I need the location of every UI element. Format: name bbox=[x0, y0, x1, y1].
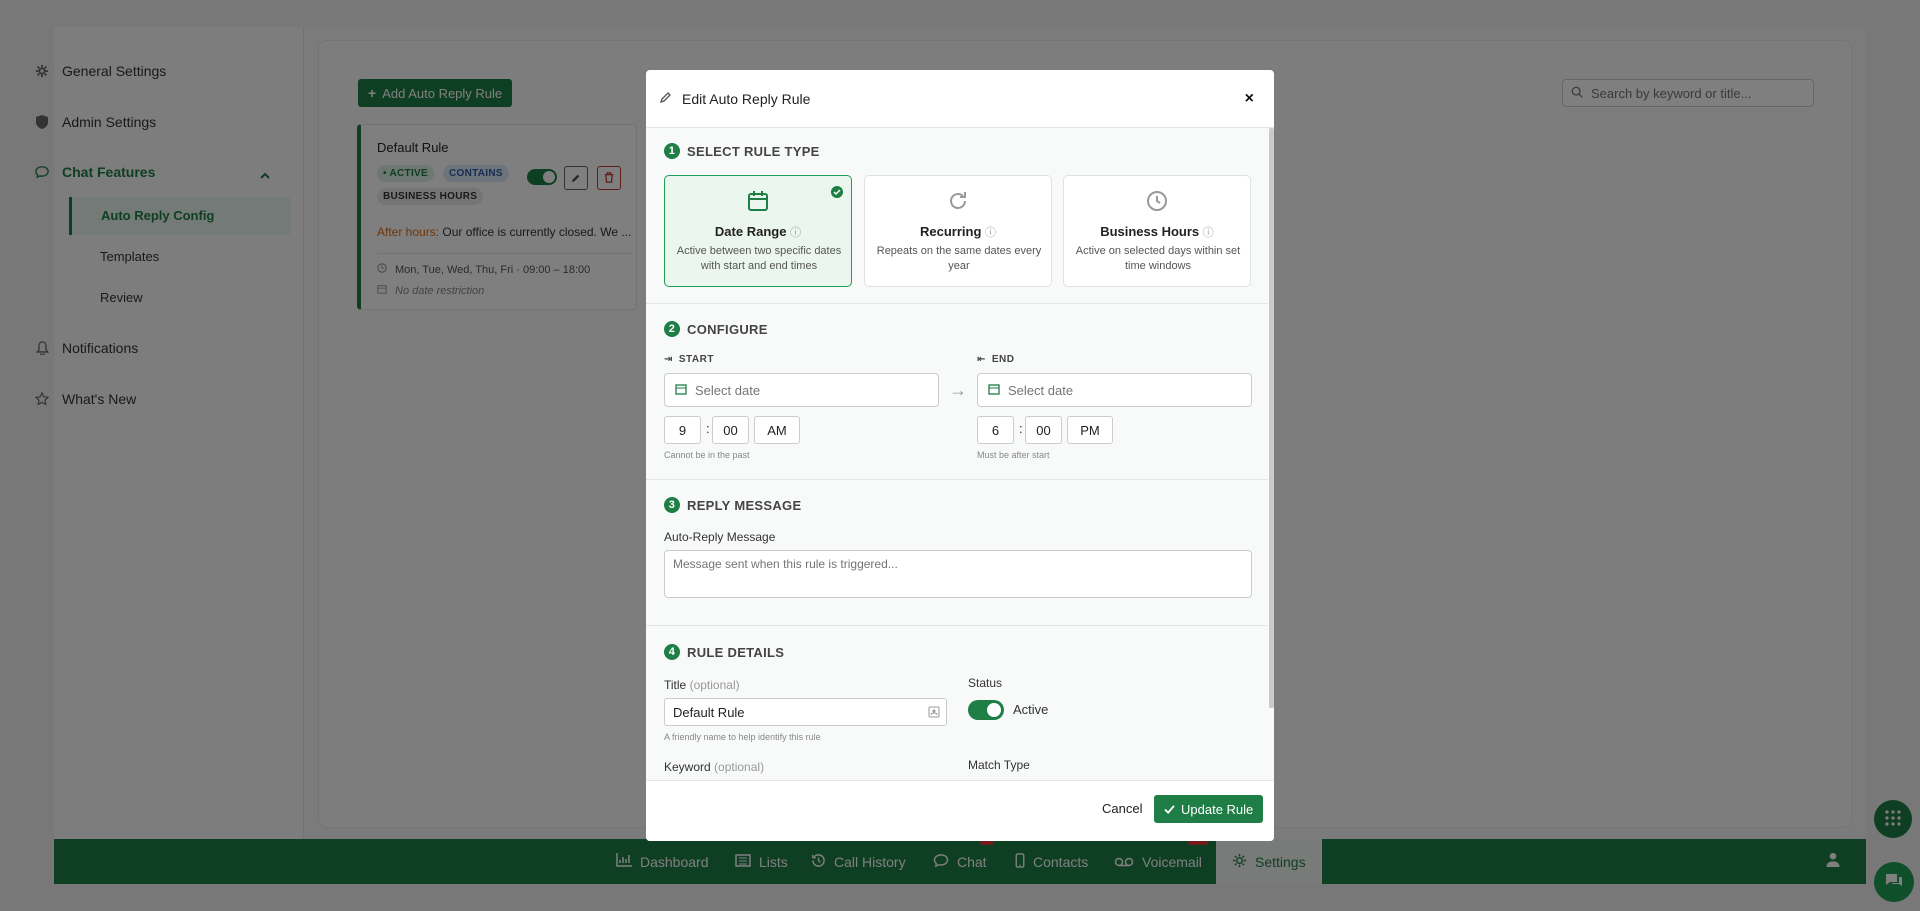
section-heading: 1 SELECT RULE TYPE bbox=[664, 143, 820, 159]
status-label: Status bbox=[968, 676, 1003, 690]
end-hint: Must be after start bbox=[977, 450, 1050, 460]
match-type-label: Match Type bbox=[968, 758, 1030, 772]
start-label: ⇥ START bbox=[664, 354, 714, 365]
modal-body: 1 SELECT RULE TYPE Date Range ⓘ Active b… bbox=[646, 128, 1274, 780]
rule-type-name: Date Range ⓘ bbox=[714, 224, 802, 239]
rule-type-desc: Active between two specific dates with s… bbox=[676, 245, 842, 272]
calendar-icon bbox=[675, 383, 687, 398]
rule-type-date-range[interactable]: Date Range ⓘ Active between two specific… bbox=[664, 175, 852, 287]
end-label: ⇤ END bbox=[977, 354, 1015, 365]
status-value: Active bbox=[1013, 702, 1049, 717]
close-icon[interactable]: × bbox=[1245, 90, 1254, 108]
update-button-label: Update Rule bbox=[1181, 801, 1254, 817]
info-icon: ⓘ bbox=[985, 227, 997, 239]
start-date-field[interactable] bbox=[664, 373, 939, 407]
rule-type-name: Recurring ⓘ bbox=[919, 224, 997, 239]
rule-type-recurring[interactable]: Recurring ⓘ Repeats on the same dates ev… bbox=[864, 175, 1052, 287]
end-date-field[interactable] bbox=[977, 373, 1252, 407]
modal-scrollbar[interactable] bbox=[1269, 128, 1274, 708]
rule-type-desc: Active on selected days within set time … bbox=[1075, 245, 1241, 272]
section-heading: 4 RULE DETAILS bbox=[664, 644, 784, 660]
start-ampm-select[interactable]: AM bbox=[754, 416, 800, 444]
info-icon: ⓘ bbox=[790, 227, 802, 239]
status-toggle[interactable] bbox=[968, 700, 1004, 720]
clock-icon bbox=[1064, 190, 1250, 212]
time-colon: : bbox=[1019, 421, 1023, 436]
rule-type-business-hours[interactable]: Business Hours ⓘ Active on selected days… bbox=[1063, 175, 1251, 287]
title-field[interactable] bbox=[664, 698, 947, 726]
start-minute-input[interactable]: 00 bbox=[712, 416, 749, 444]
modal-header: Edit Auto Reply Rule × bbox=[646, 70, 1274, 128]
auto-reply-message-textarea[interactable] bbox=[664, 550, 1252, 598]
sign-in-icon: ⇥ bbox=[664, 354, 673, 365]
info-icon: ⓘ bbox=[1202, 227, 1214, 239]
pencil-icon bbox=[659, 91, 672, 106]
keyword-label: Keyword (optional) bbox=[664, 760, 765, 774]
modal-footer: Cancel Update Rule bbox=[646, 780, 1274, 841]
sign-out-icon: ⇤ bbox=[977, 354, 986, 365]
title-hint: A friendly name to help identify this ru… bbox=[664, 732, 821, 742]
refresh-icon bbox=[865, 190, 1051, 212]
rule-type-desc: Repeats on the same dates every year bbox=[876, 245, 1042, 272]
calendar-icon bbox=[665, 190, 851, 212]
start-hint: Cannot be in the past bbox=[664, 450, 750, 460]
rule-type-name: Business Hours ⓘ bbox=[1100, 224, 1214, 239]
title-input[interactable] bbox=[673, 704, 923, 720]
end-hour-input[interactable]: 6 bbox=[977, 416, 1014, 444]
contact-card-icon bbox=[928, 706, 940, 721]
edit-rule-modal: Edit Auto Reply Rule × 1 SELECT RULE TYP… bbox=[646, 70, 1274, 841]
cancel-button[interactable]: Cancel bbox=[1102, 801, 1142, 816]
section-heading: 3 REPLY MESSAGE bbox=[664, 497, 801, 513]
end-minute-input[interactable]: 00 bbox=[1025, 416, 1062, 444]
end-date-input[interactable] bbox=[1008, 382, 1228, 398]
calendar-icon bbox=[988, 383, 1000, 398]
start-date-input[interactable] bbox=[695, 382, 915, 398]
start-hour-input[interactable]: 9 bbox=[664, 416, 701, 444]
title-label: Title (optional) bbox=[664, 678, 740, 692]
arrow-right-icon: → bbox=[949, 380, 967, 400]
time-colon: : bbox=[706, 421, 710, 436]
modal-title: Edit Auto Reply Rule bbox=[682, 90, 811, 107]
section-heading: 2 CONFIGURE bbox=[664, 321, 768, 337]
update-rule-button[interactable]: Update Rule bbox=[1154, 795, 1264, 823]
end-ampm-select[interactable]: PM bbox=[1067, 416, 1113, 444]
auto-reply-message-label: Auto-Reply Message bbox=[664, 530, 776, 544]
check-icon bbox=[1164, 802, 1175, 817]
